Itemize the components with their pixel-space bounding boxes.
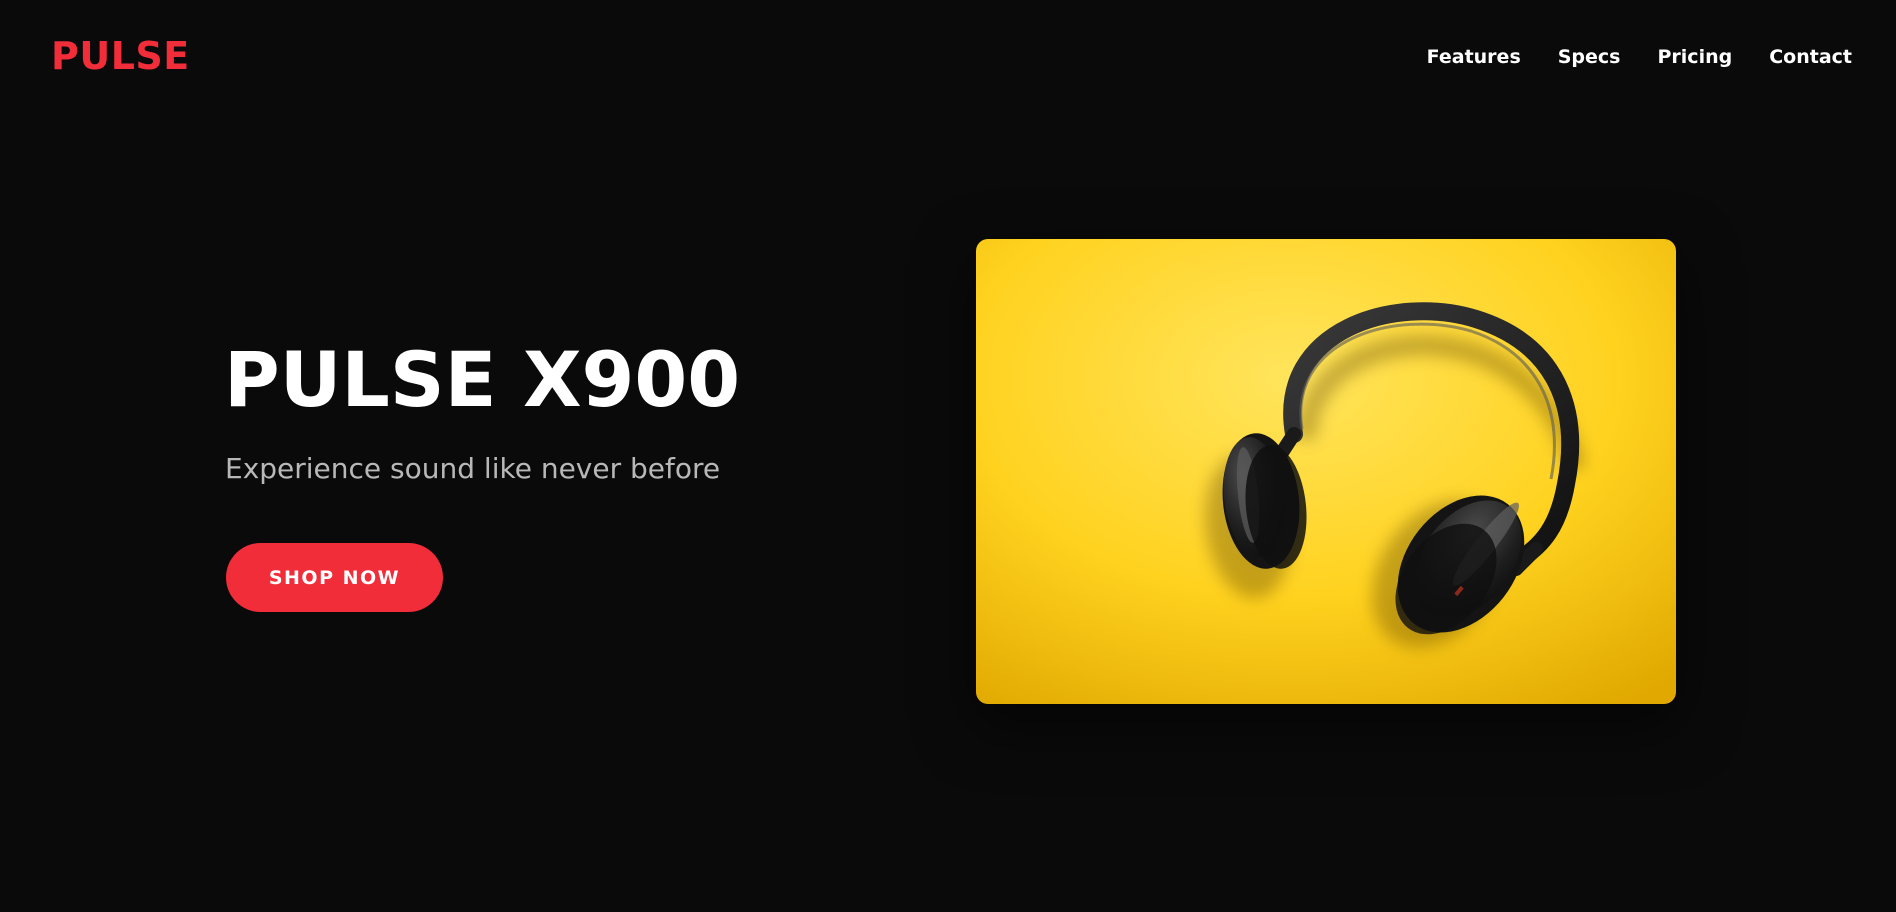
product-image xyxy=(976,239,1676,704)
hero-subtitle: Experience sound like never before xyxy=(225,452,721,485)
headphones-illustration xyxy=(976,239,1676,704)
main-nav: Features Specs Pricing Contact xyxy=(1427,42,1852,72)
nav-link-contact[interactable]: Contact xyxy=(1769,42,1852,72)
shop-now-button[interactable]: SHOP NOW xyxy=(226,543,443,612)
site-header: PULSE Features Specs Pricing Contact xyxy=(0,0,1896,112)
hero-title: PULSE X900 xyxy=(224,335,741,424)
nav-link-specs[interactable]: Specs xyxy=(1558,42,1621,72)
brand-logo[interactable]: PULSE xyxy=(51,32,190,80)
nav-link-features[interactable]: Features xyxy=(1427,42,1521,72)
landing-page: PULSE Features Specs Pricing Contact PUL… xyxy=(0,0,1896,912)
nav-link-pricing[interactable]: Pricing xyxy=(1658,42,1733,72)
